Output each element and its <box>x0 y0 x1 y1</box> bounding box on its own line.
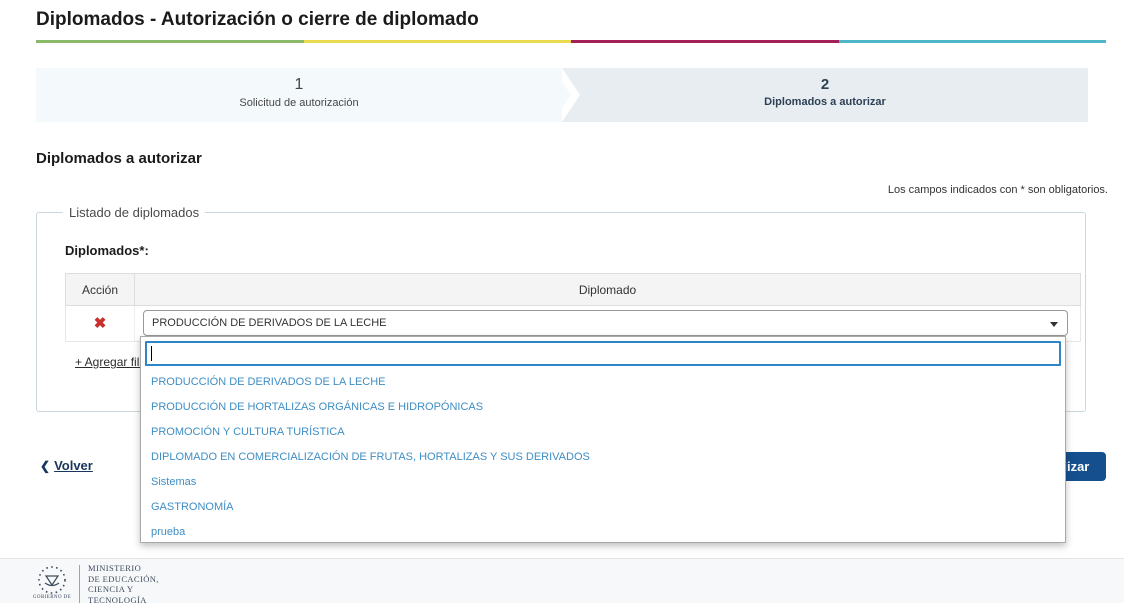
column-header-diplomado: Diplomado <box>135 274 1080 305</box>
diplomado-dropdown-panel: PRODUCCIÓN DE DERIVADOS DE LA LECHE PROD… <box>140 336 1066 543</box>
back-link-label: Volver <box>54 458 93 473</box>
step-1-label: Solicitud de autorización <box>36 97 562 109</box>
gobierno-de-label: GOBIERNO DE <box>30 595 74 600</box>
wizard-step-2[interactable]: 2 Diplomados a autorizar <box>562 68 1088 122</box>
add-row-link[interactable]: + Agregar fila <box>75 355 146 369</box>
dropdown-option[interactable]: GASTRONOMÍA <box>141 494 1065 519</box>
section-heading: Diplomados a autorizar <box>36 150 202 167</box>
dropdown-option[interactable]: Sistemas <box>141 469 1065 494</box>
diplomado-select[interactable]: PRODUCCIÓN DE DERIVADOS DE LA LECHE <box>143 310 1068 336</box>
accent-segment-yellow <box>304 40 572 43</box>
column-header-accion: Acción <box>66 274 135 305</box>
wizard-step-1[interactable]: 1 Solicitud de autorización <box>36 68 562 122</box>
dropdown-option[interactable]: prueba <box>141 519 1065 544</box>
ministry-line: MINISTERIO <box>88 563 159 574</box>
title-accent-bar <box>36 40 1106 43</box>
diplomados-table: Acción Diplomado ✖ PRODUCCIÓN DE DERIVAD… <box>65 273 1081 342</box>
dropdown-options-list: PRODUCCIÓN DE DERIVADOS DE LA LECHE PROD… <box>141 369 1065 544</box>
text-cursor <box>151 346 152 361</box>
accent-segment-cyan <box>839 40 1107 43</box>
dropdown-search-input[interactable] <box>145 341 1061 366</box>
required-fields-note: Los campos indicados con * son obligator… <box>888 184 1108 196</box>
step-2-label: Diplomados a autorizar <box>562 96 1088 108</box>
delete-x-icon: ✖ <box>94 315 107 332</box>
footer-divider <box>79 565 80 603</box>
accent-segment-green <box>36 40 304 43</box>
ministry-line: CIENCIA Y <box>88 584 159 595</box>
back-chevron-icon: ❮ <box>40 459 50 473</box>
step-2-number: 2 <box>562 76 1088 93</box>
dropdown-caret-icon <box>1050 322 1058 327</box>
dropdown-option[interactable]: PRODUCCIÓN DE HORTALIZAS ORGÁNICAS E HID… <box>141 394 1065 419</box>
diplomado-select-value: PRODUCCIÓN DE DERIVADOS DE LA LECHE <box>152 317 387 329</box>
gobierno-seal-icon <box>36 564 68 596</box>
accent-segment-magenta <box>571 40 839 43</box>
ministry-wordmark: MINISTERIO DE EDUCACIÓN, CIENCIA Y TECNO… <box>88 563 159 603</box>
ministry-line: DE EDUCACIÓN, <box>88 574 159 585</box>
step-1-number: 1 <box>36 76 562 94</box>
dropdown-option[interactable]: PRODUCCIÓN DE DERIVADOS DE LA LECHE <box>141 369 1065 394</box>
page-title: Diplomados - Autorización o cierre de di… <box>36 9 479 31</box>
step-wizard: 1 Solicitud de autorización 2 Diplomados… <box>36 68 1088 122</box>
dropdown-option[interactable]: PROMOCIÓN Y CULTURA TURÍSTICA <box>141 419 1065 444</box>
delete-row-button[interactable]: ✖ <box>94 316 107 331</box>
ministry-line: TECNOLOGÍA <box>88 595 159 603</box>
table-header-row: Acción Diplomado <box>65 273 1081 306</box>
diplomados-field-label: Diplomados*: <box>65 243 149 258</box>
back-link[interactable]: ❮ Volver <box>40 458 93 473</box>
fieldset-legend: Listado de diplomados <box>63 205 205 220</box>
dropdown-option[interactable]: DIPLOMADO EN COMERCIALIZACIÓN DE FRUTAS,… <box>141 444 1065 469</box>
footer: GOBIERNO DE MINISTERIO DE EDUCACIÓN, CIE… <box>0 558 1124 603</box>
page: Diplomados - Autorización o cierre de di… <box>0 0 1124 603</box>
